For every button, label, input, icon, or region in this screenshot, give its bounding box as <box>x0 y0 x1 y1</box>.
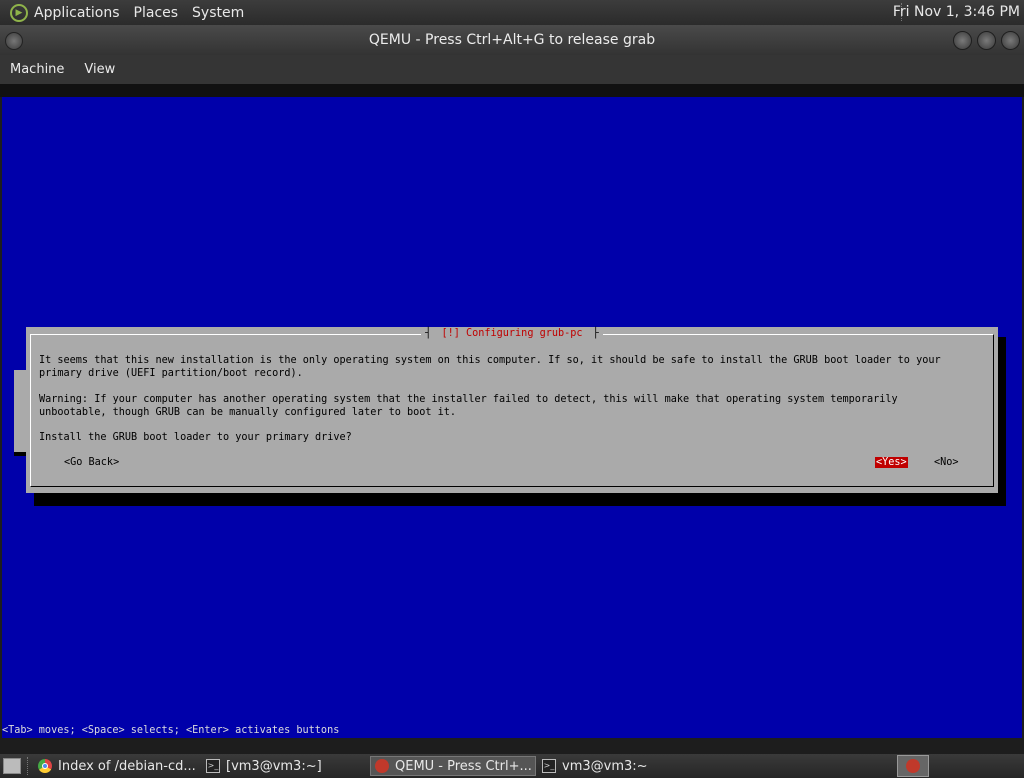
task-label: Index of /debian-cd... <box>58 758 196 774</box>
clock[interactable]: Fri Nov 1, 3:46 PM <box>893 4 1020 20</box>
applications-logo-icon[interactable]: ▶ <box>10 3 28 22</box>
no-button[interactable]: <No> <box>934 457 959 468</box>
grub-dialog: ┤ [!] Configuring grub-pc ├ It seems tha… <box>26 327 998 493</box>
paragraph-2-line-1: Warning: If your computer has another op… <box>39 394 898 405</box>
paragraph-1-line-2: primary drive (UEFI partition/boot recor… <box>39 368 303 379</box>
window-titlebar[interactable]: QEMU - Press Ctrl+Alt+G to release grab <box>0 25 1024 55</box>
qemu-icon <box>906 759 920 773</box>
taskbar: Index of /debian-cd... >_ [vm3@vm3:~] QE… <box>0 754 1024 778</box>
menu-view[interactable]: View <box>84 62 115 77</box>
menu-machine[interactable]: Machine <box>10 62 64 77</box>
vm-border <box>0 84 1024 97</box>
taskbar-separator <box>27 757 30 775</box>
dialog-title: [!] Configuring grub-pc <box>439 328 585 339</box>
task-label: QEMU - Press Ctrl+... <box>395 758 532 774</box>
yes-button[interactable]: <Yes> <box>875 457 908 468</box>
menu-system[interactable]: System <box>192 5 244 21</box>
minimize-button[interactable] <box>953 31 972 50</box>
task-label: [vm3@vm3:~] <box>226 758 322 774</box>
window-title: QEMU - Press Ctrl+Alt+G to release grab <box>368 32 656 48</box>
maximize-button[interactable] <box>977 31 996 50</box>
task-terminal-2[interactable]: >_ vm3@vm3:~ <box>538 756 704 776</box>
qemu-menubar: Machine View <box>0 55 1024 84</box>
paragraph-2-line-2: unbootable, though GRUB can be manually … <box>39 407 457 418</box>
close-button[interactable] <box>1001 31 1020 50</box>
task-browser[interactable]: Index of /debian-cd... <box>34 756 200 776</box>
qemu-icon <box>375 759 389 773</box>
menu-places[interactable]: Places <box>134 5 179 21</box>
window-menu-icon[interactable] <box>5 32 23 50</box>
task-qemu[interactable]: QEMU - Press Ctrl+... <box>370 756 536 776</box>
terminal-icon: >_ <box>542 759 556 773</box>
task-label: vm3@vm3:~ <box>562 758 648 774</box>
workspace-switcher[interactable] <box>897 755 929 777</box>
go-back-button[interactable]: <Go Back> <box>64 457 119 468</box>
terminal-icon: >_ <box>206 759 220 773</box>
task-terminal-1[interactable]: >_ [vm3@vm3:~] <box>202 756 368 776</box>
paragraph-1-line-1: It seems that this new installation is t… <box>39 355 941 366</box>
top-panel: ▶ Applications Places System Fri Nov 1, … <box>0 0 1024 25</box>
menu-applications[interactable]: Applications <box>34 5 120 21</box>
question-text: Install the GRUB boot loader to your pri… <box>39 432 352 443</box>
keyboard-help-line: <Tab> moves; <Space> selects; <Enter> ac… <box>2 725 340 736</box>
show-desktop-icon[interactable] <box>3 758 21 774</box>
chrome-icon <box>38 759 52 773</box>
